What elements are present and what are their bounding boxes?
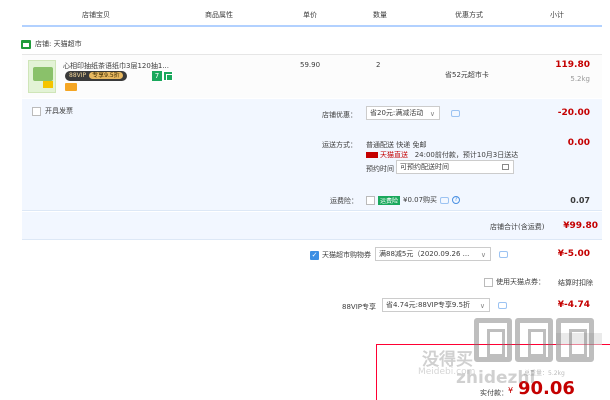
tmall-points-checkbox[interactable] [484, 277, 493, 287]
appointment-time-input[interactable]: 可预约配送时间 [396, 160, 514, 174]
delivery-estimate-text: 24:00前付款，预计10月3日送达 [414, 151, 519, 159]
promotion-text: 省52元超市卡 [445, 71, 489, 79]
coupon-checkbox[interactable]: ✓ [310, 250, 319, 260]
product-title[interactable]: 心相印抽纸茶语纸巾3层120抽1... [63, 61, 169, 71]
payment-label: 实付款： [480, 389, 508, 397]
insurance-checkbox[interactable] [366, 195, 375, 205]
col-unit-price: 单价 [303, 11, 317, 19]
calendar-icon [502, 164, 509, 170]
shop-total-label: 店铺合计(含运费) [490, 223, 545, 231]
delivery-amount: 0.00 [567, 138, 590, 148]
vip-exclusive-label: 88VIP专享 [342, 303, 376, 311]
coupon-amount: ¥-5.00 [557, 249, 590, 259]
delivery-method: 普通配送 快递 免邮 [366, 141, 427, 149]
chat-icon[interactable] [499, 251, 508, 258]
watermark-site: zhidezhi [456, 368, 536, 388]
appointment-label: 预约时间 [366, 165, 394, 173]
chevron-down-icon: ∨ [479, 302, 485, 310]
col-promotion: 优惠方式 [455, 11, 483, 19]
vip-select[interactable]: 省4.74元:88VIP专享9.5折 ∨ [382, 298, 490, 312]
supermarket-coupon-option[interactable]: ✓ 天猫超市购物券 [310, 250, 371, 260]
vip-badge: 88VIP 专享9.5折 [65, 71, 127, 81]
watermark-logo [474, 318, 602, 364]
invoice-option[interactable]: 开具发票 [32, 106, 73, 116]
cart-header: 店铺宝贝 商品属性 单价 数量 优惠方式 小计 [0, 0, 610, 26]
tmall-points-option[interactable]: 使用天猫点券： [484, 277, 545, 287]
coupon-label: 天猫超市购物券 [322, 251, 371, 259]
shop-total-value: ¥99.80 [563, 221, 598, 231]
insurance-amount: 0.07 [570, 196, 590, 205]
insurance-price: ¥0.07购买 [403, 196, 438, 204]
col-attributes: 商品属性 [205, 11, 233, 19]
tmall-direct-label: 天猫直送 [380, 151, 408, 159]
col-quantity: 数量 [373, 11, 387, 19]
insurance-tag: 运费险 [378, 195, 401, 205]
unit-price: 59.90 [300, 61, 321, 69]
shop-discount-amount: -20.00 [557, 108, 590, 118]
shop-discount-select[interactable]: 省20元:满减活动 ∨ [366, 106, 440, 120]
vip-amount: ¥-4.74 [557, 300, 590, 310]
col-shop-item: 店铺宝贝 [82, 11, 110, 19]
card-icon [65, 83, 77, 91]
invoice-label: 开具发票 [45, 107, 73, 115]
tmall-points-value: 结算时扣除 [558, 279, 593, 287]
product-thumbnail[interactable] [28, 60, 56, 93]
shop-name-row[interactable]: 店铺: 天猫超市 [21, 38, 82, 50]
help-icon[interactable]: ? [452, 196, 461, 204]
insurance-label: 运费险： [330, 197, 358, 205]
chat-icon[interactable] [440, 196, 450, 204]
quantity-value[interactable]: 2 [376, 61, 380, 69]
shop-icon [21, 39, 31, 49]
chat-icon[interactable] [498, 302, 507, 309]
coupon-select[interactable]: 满88减5元（2020.09.26 ... ∨ [375, 247, 491, 261]
chevron-down-icon: ∨ [480, 251, 486, 259]
delivery-estimate: 天猫直送 24:00前付款，预计10月3日送达 [366, 150, 518, 160]
shop-name[interactable]: 店铺: 天猫超市 [35, 39, 82, 49]
chevron-down-icon: ∨ [429, 110, 435, 118]
tmall-points-label: 使用天猫点券： [496, 278, 545, 286]
guarantee-icon [163, 71, 173, 81]
item-weight: 5.2kg [570, 75, 590, 83]
seven-day-return-icon: 7 [152, 71, 162, 81]
insurance-option[interactable]: 运费险 ¥0.07购买 ? [366, 195, 461, 205]
shop-discount-label: 店铺优惠： [322, 111, 357, 119]
header-divider [22, 25, 602, 27]
invoice-checkbox[interactable] [32, 106, 41, 116]
chat-icon[interactable] [451, 110, 460, 117]
col-subtotal: 小计 [550, 11, 564, 19]
delivery-label: 运送方式： [322, 141, 357, 149]
item-subtotal: 119.80 [555, 60, 590, 70]
tmall-icon [366, 152, 378, 158]
